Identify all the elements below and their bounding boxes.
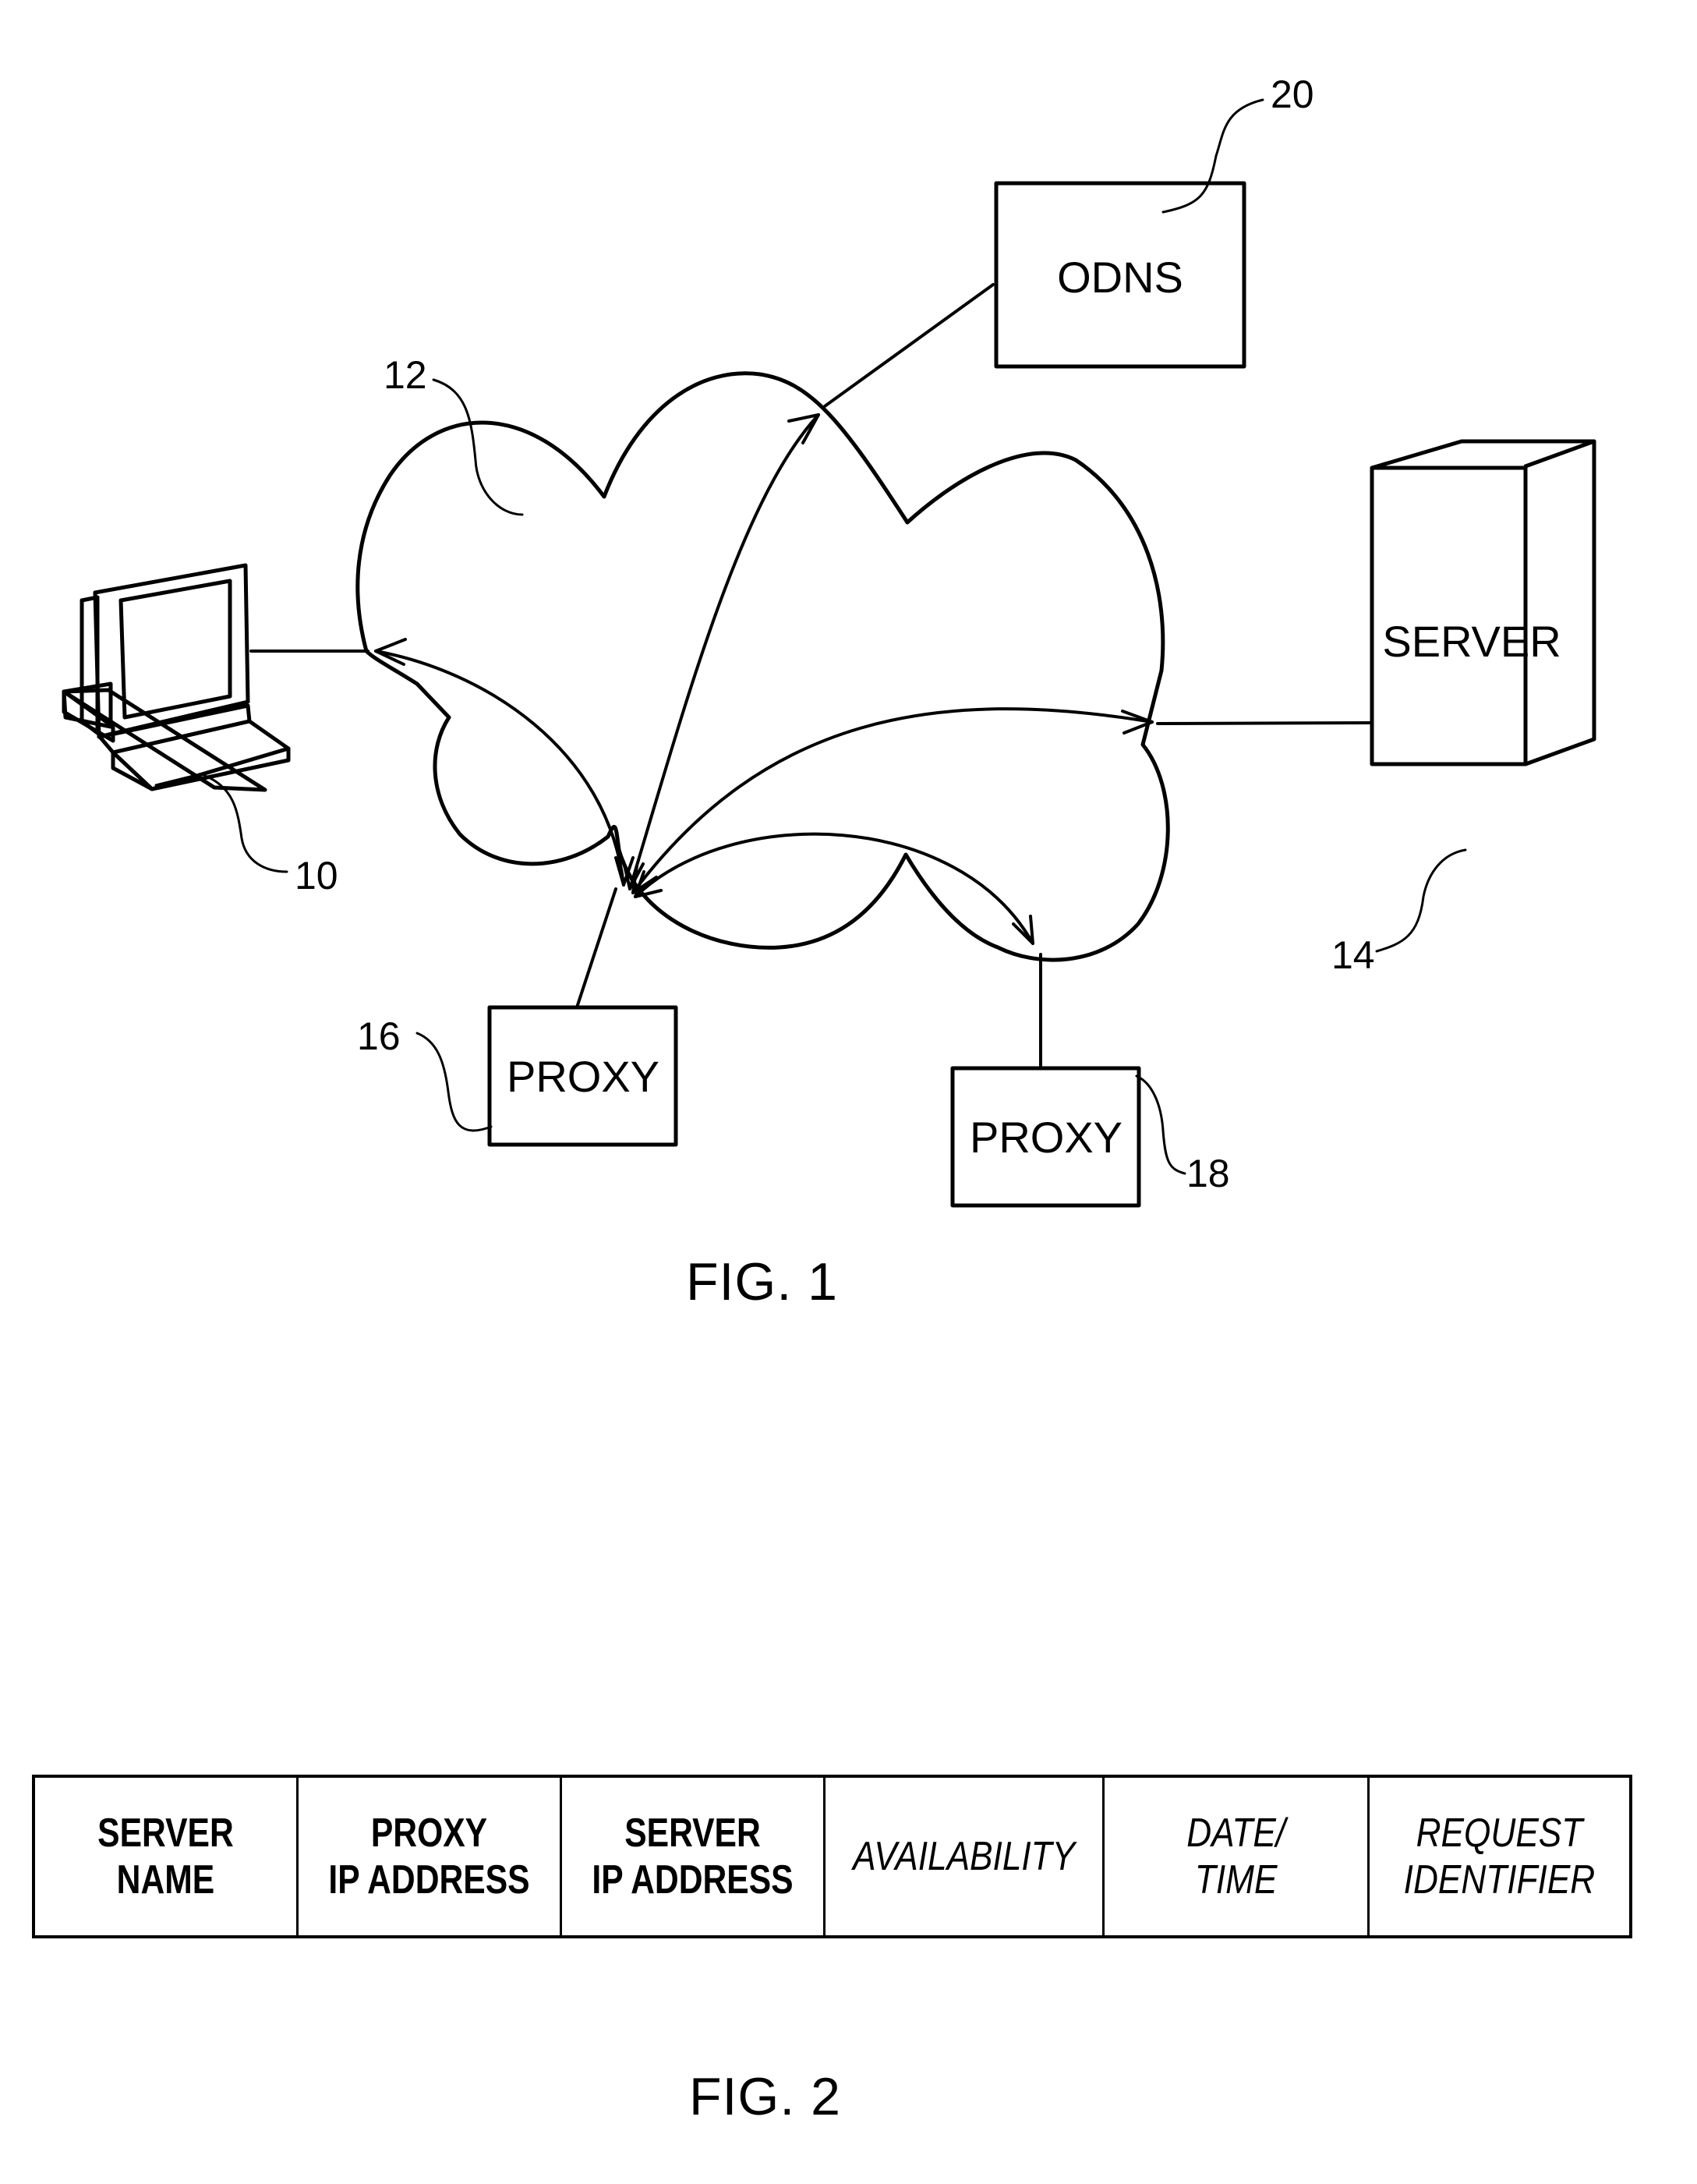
column-label: DATE/ TIME: [1186, 1811, 1285, 1903]
ref-number-18: 18: [1186, 1152, 1230, 1195]
data-flow-arrows: [374, 413, 1154, 945]
arrow-proxy18-proxy16: [634, 832, 1034, 945]
proxy16-to-network-link: [575, 887, 617, 1009]
column-proxy-ip-address: PROXY IP ADDRESS: [299, 1778, 562, 1935]
arrow-odns-proxy16: [628, 413, 820, 890]
ref-leader-20: [1161, 98, 1264, 214]
ref-number-20: 20: [1271, 73, 1314, 116]
column-availability: AVAILABILITY: [826, 1778, 1105, 1935]
server-to-network-link: [1156, 721, 1374, 725]
column-label: REQUEST IDENTIFIER: [1403, 1811, 1596, 1903]
column-label: SERVER IP ADDRESS: [592, 1811, 794, 1903]
network-cloud-icon: [355, 371, 1170, 962]
odns-label: ODNS: [1057, 253, 1183, 302]
figure-1-network-diagram: ODNS SERVER PROXY PROXY 10 12 14 16 18 2…: [62, 73, 1596, 1208]
column-label: AVAILABILITY: [852, 1834, 1076, 1879]
ref-number-12: 12: [384, 353, 427, 397]
desktop-computer-icon: [62, 563, 291, 792]
server-label: SERVER: [1382, 617, 1561, 666]
figure-1-caption: FIG. 1: [686, 1252, 838, 1311]
column-date-time: DATE/ TIME: [1105, 1778, 1370, 1935]
ref-number-10: 10: [295, 854, 338, 897]
column-label: SERVER NAME: [97, 1811, 234, 1903]
column-server-ip-address: SERVER IP ADDRESS: [562, 1778, 826, 1935]
odns-to-network-link: [823, 283, 995, 408]
ref-number-14: 14: [1331, 933, 1375, 977]
column-label: PROXY IP ADDRESS: [328, 1811, 530, 1903]
ref-number-16: 16: [357, 1014, 401, 1058]
proxy-18-label: PROXY: [970, 1113, 1122, 1162]
column-server-name: SERVER NAME: [35, 1778, 299, 1935]
column-request-identifier: REQUEST IDENTIFIER: [1370, 1778, 1629, 1935]
figure-2-caption: FIG. 2: [689, 2067, 841, 2126]
figure-2-record-format-table: SERVER NAME PROXY IP ADDRESS SERVER IP A…: [32, 1775, 1632, 1938]
ref-leader-14: [1375, 848, 1467, 953]
proxy-16-label: PROXY: [507, 1052, 659, 1101]
server-tower-icon: [1370, 439, 1596, 766]
arrow-server-proxy16: [631, 707, 1154, 894]
ref-leader-12: [432, 378, 524, 516]
ref-leader-16: [415, 1032, 493, 1132]
ref-leader-18: [1135, 1074, 1186, 1175]
